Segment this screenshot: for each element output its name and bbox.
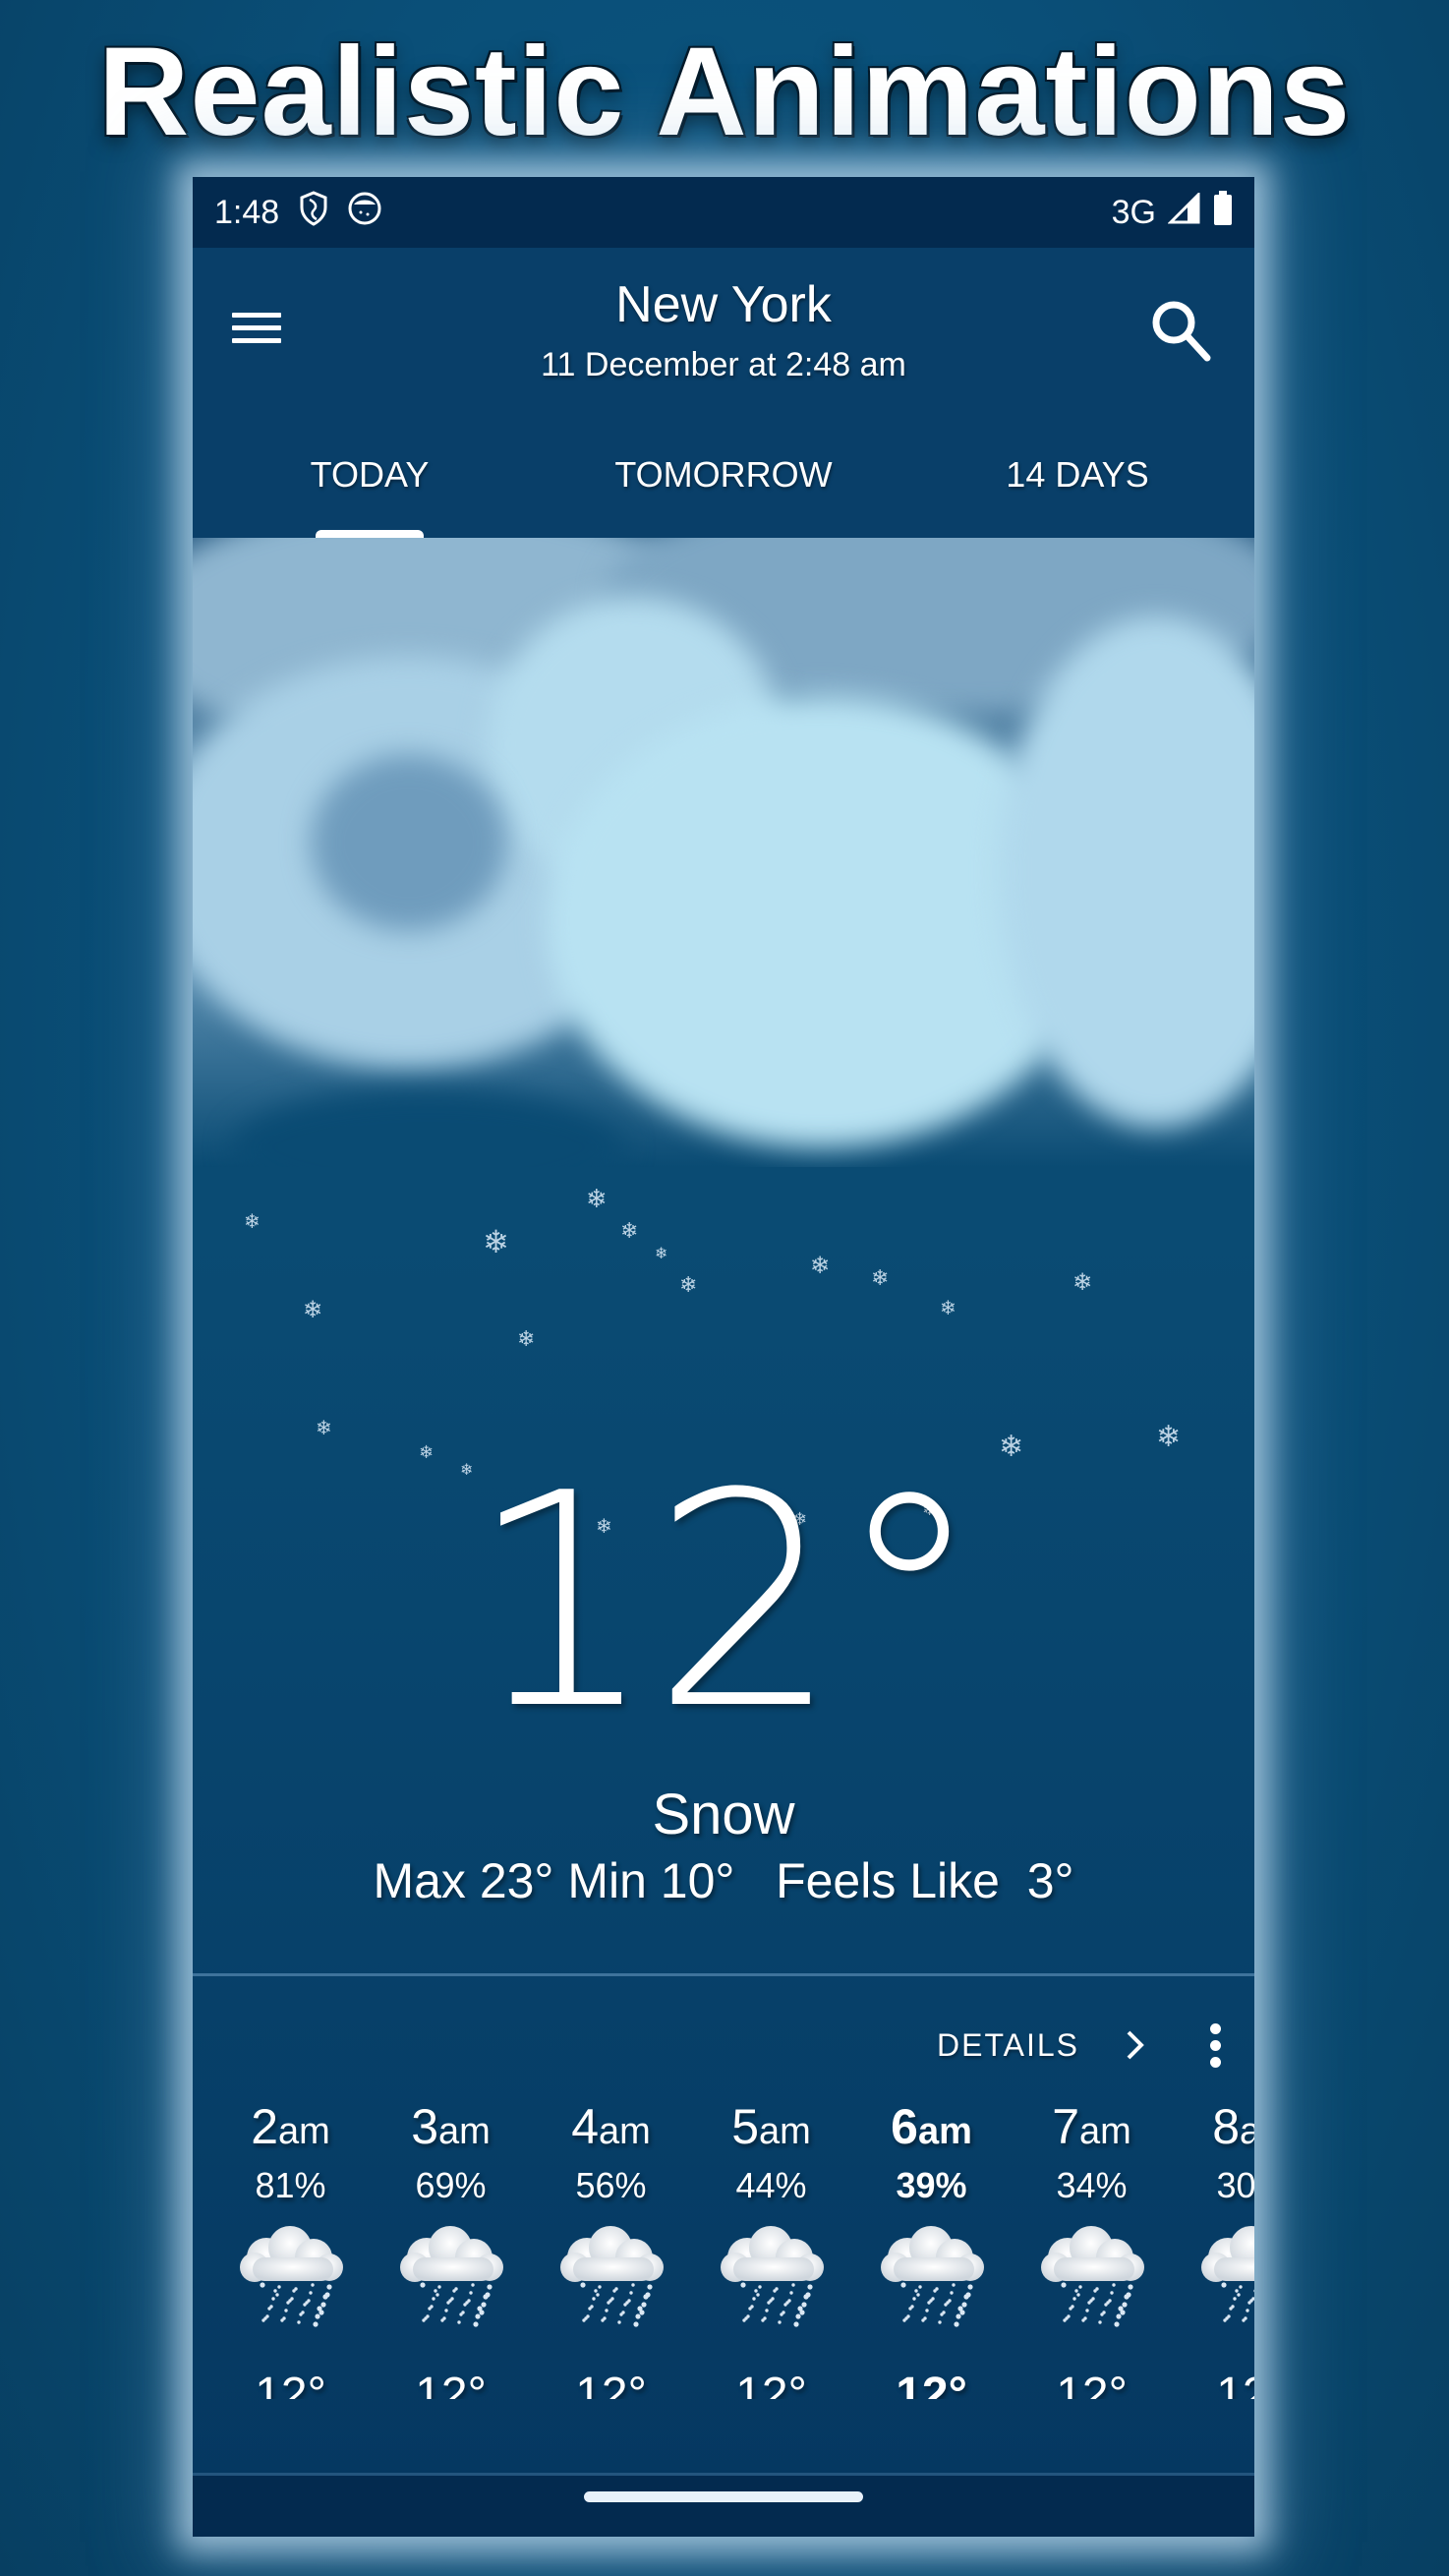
details-label: DETAILS xyxy=(937,2026,1079,2063)
snowflake-icon: ❄ xyxy=(316,1416,332,1439)
snowflake-icon: ❄ xyxy=(655,1244,668,1262)
promo-title: Realistic Animations xyxy=(97,22,1352,162)
hour-temperature: 12° xyxy=(735,2369,807,2399)
hour-column[interactable]: 6am 39% 12° xyxy=(851,2094,1012,2399)
tab-today[interactable]: TODAY xyxy=(193,444,547,538)
precipitation-chance: 30% xyxy=(1216,2165,1254,2205)
hour-column[interactable]: 4am 56% 12° xyxy=(531,2094,691,2399)
hour-temperature: 12° xyxy=(575,2369,647,2399)
search-icon xyxy=(1152,301,1211,362)
snow-cloud-icon xyxy=(708,2224,836,2332)
hour-column[interactable]: 8am 30% 12° xyxy=(1172,2094,1254,2399)
snow-cloud-icon xyxy=(1028,2224,1156,2332)
precipitation-chance: 44% xyxy=(735,2165,807,2205)
search-button[interactable] xyxy=(1146,295,1217,366)
signal-icon xyxy=(1167,190,1201,233)
status-time: 1:48 xyxy=(214,193,280,231)
more-vert-icon xyxy=(1209,2022,1221,2034)
snowflake-icon: ❄ xyxy=(940,1296,956,1319)
temperature-range: Max 23° Min 10° Feels Like 3° xyxy=(373,1853,1074,1908)
battery-icon xyxy=(1213,190,1233,235)
snowflake-icon: ❄ xyxy=(303,1296,323,1323)
snow-cloud-icon xyxy=(227,2224,355,2332)
hour-label: 2am xyxy=(251,2099,330,2154)
snowflake-icon: ❄ xyxy=(679,1273,698,1298)
city-name: New York xyxy=(615,276,832,333)
precipitation-chance: 34% xyxy=(1056,2165,1128,2205)
cloud-animation xyxy=(193,538,1254,1167)
snowflake-icon: ❄ xyxy=(586,1185,608,1214)
hour-label: 6am xyxy=(891,2099,972,2154)
hour-temperature: 12° xyxy=(255,2369,326,2399)
snowflake-icon: ❄ xyxy=(871,1266,890,1291)
hour-label: 5am xyxy=(731,2099,811,2154)
hour-label: 7am xyxy=(1052,2099,1131,2154)
hour-column[interactable]: 2am 81% 12° xyxy=(210,2094,371,2399)
snow-cloud-icon xyxy=(548,2224,675,2332)
hour-column[interactable]: 3am 69% 12° xyxy=(371,2094,531,2399)
hour-temperature: 12° xyxy=(1216,2369,1254,2399)
chevron-right-icon xyxy=(1127,2030,1144,2060)
hour-column[interactable]: 7am 34% 12° xyxy=(1012,2094,1172,2399)
snow-cloud-icon xyxy=(868,2224,996,2332)
navigation-bar xyxy=(193,2476,1254,2537)
snowflake-icon: ❄ xyxy=(517,1327,536,1352)
precipitation-chance: 39% xyxy=(896,2165,967,2205)
current-condition: Snow xyxy=(652,1783,795,1846)
more-options-button[interactable] xyxy=(1176,2016,1254,2075)
precipitation-chance: 56% xyxy=(575,2165,647,2205)
home-gesture-handle[interactable] xyxy=(584,2491,863,2502)
snow-cloud-icon xyxy=(387,2224,515,2332)
hour-column[interactable]: 5am 44% 12° xyxy=(691,2094,851,2399)
section-divider xyxy=(193,1973,1254,1976)
hour-temperature: 12° xyxy=(896,2369,967,2399)
hour-temperature: 12° xyxy=(415,2369,487,2399)
snowflake-icon: ❄ xyxy=(483,1223,509,1260)
snowflake-icon: ❄ xyxy=(620,1219,639,1244)
app-bar: New York 11 December at 2:48 am TODAY TO… xyxy=(193,248,1254,538)
snowflake-icon: ❄ xyxy=(1072,1268,1093,1296)
hour-label: 4am xyxy=(571,2099,651,2154)
details-button[interactable]: DETAILS xyxy=(937,2027,1146,2064)
current-temperature: 12° xyxy=(468,1431,983,1774)
details-row: DETAILS xyxy=(937,2016,1254,2075)
shield-icon xyxy=(299,190,328,235)
snow-cloud-icon xyxy=(1188,2224,1254,2332)
snowflake-icon: ❄ xyxy=(1156,1420,1182,1454)
snowflake-icon: ❄ xyxy=(810,1252,831,1279)
network-type: 3G xyxy=(1111,193,1156,231)
hour-temperature: 12° xyxy=(1056,2369,1128,2399)
hour-label: 3am xyxy=(411,2099,491,2154)
tab-bar: TODAY TOMORROW 14 DAYS xyxy=(193,444,1254,538)
precipitation-chance: 69% xyxy=(415,2165,487,2205)
app-notification-icon xyxy=(348,192,381,234)
tab-14-days[interactable]: 14 DAYS xyxy=(900,444,1254,538)
phone-screen: 1:48 3G New York 11 December at 2:48 am xyxy=(193,177,1254,2537)
tab-tomorrow[interactable]: TOMORROW xyxy=(547,444,900,538)
snowflake-icon: ❄ xyxy=(244,1209,261,1233)
hourly-forecast[interactable]: 2am 81% 12° 3am 69% 12° 4am 56% 12° 5am … xyxy=(193,2094,1254,2399)
update-datetime: 11 December at 2:48 am xyxy=(541,346,906,383)
precipitation-chance: 81% xyxy=(255,2165,326,2205)
status-bar: 1:48 3G xyxy=(193,177,1254,248)
hour-label: 8am xyxy=(1212,2099,1254,2154)
